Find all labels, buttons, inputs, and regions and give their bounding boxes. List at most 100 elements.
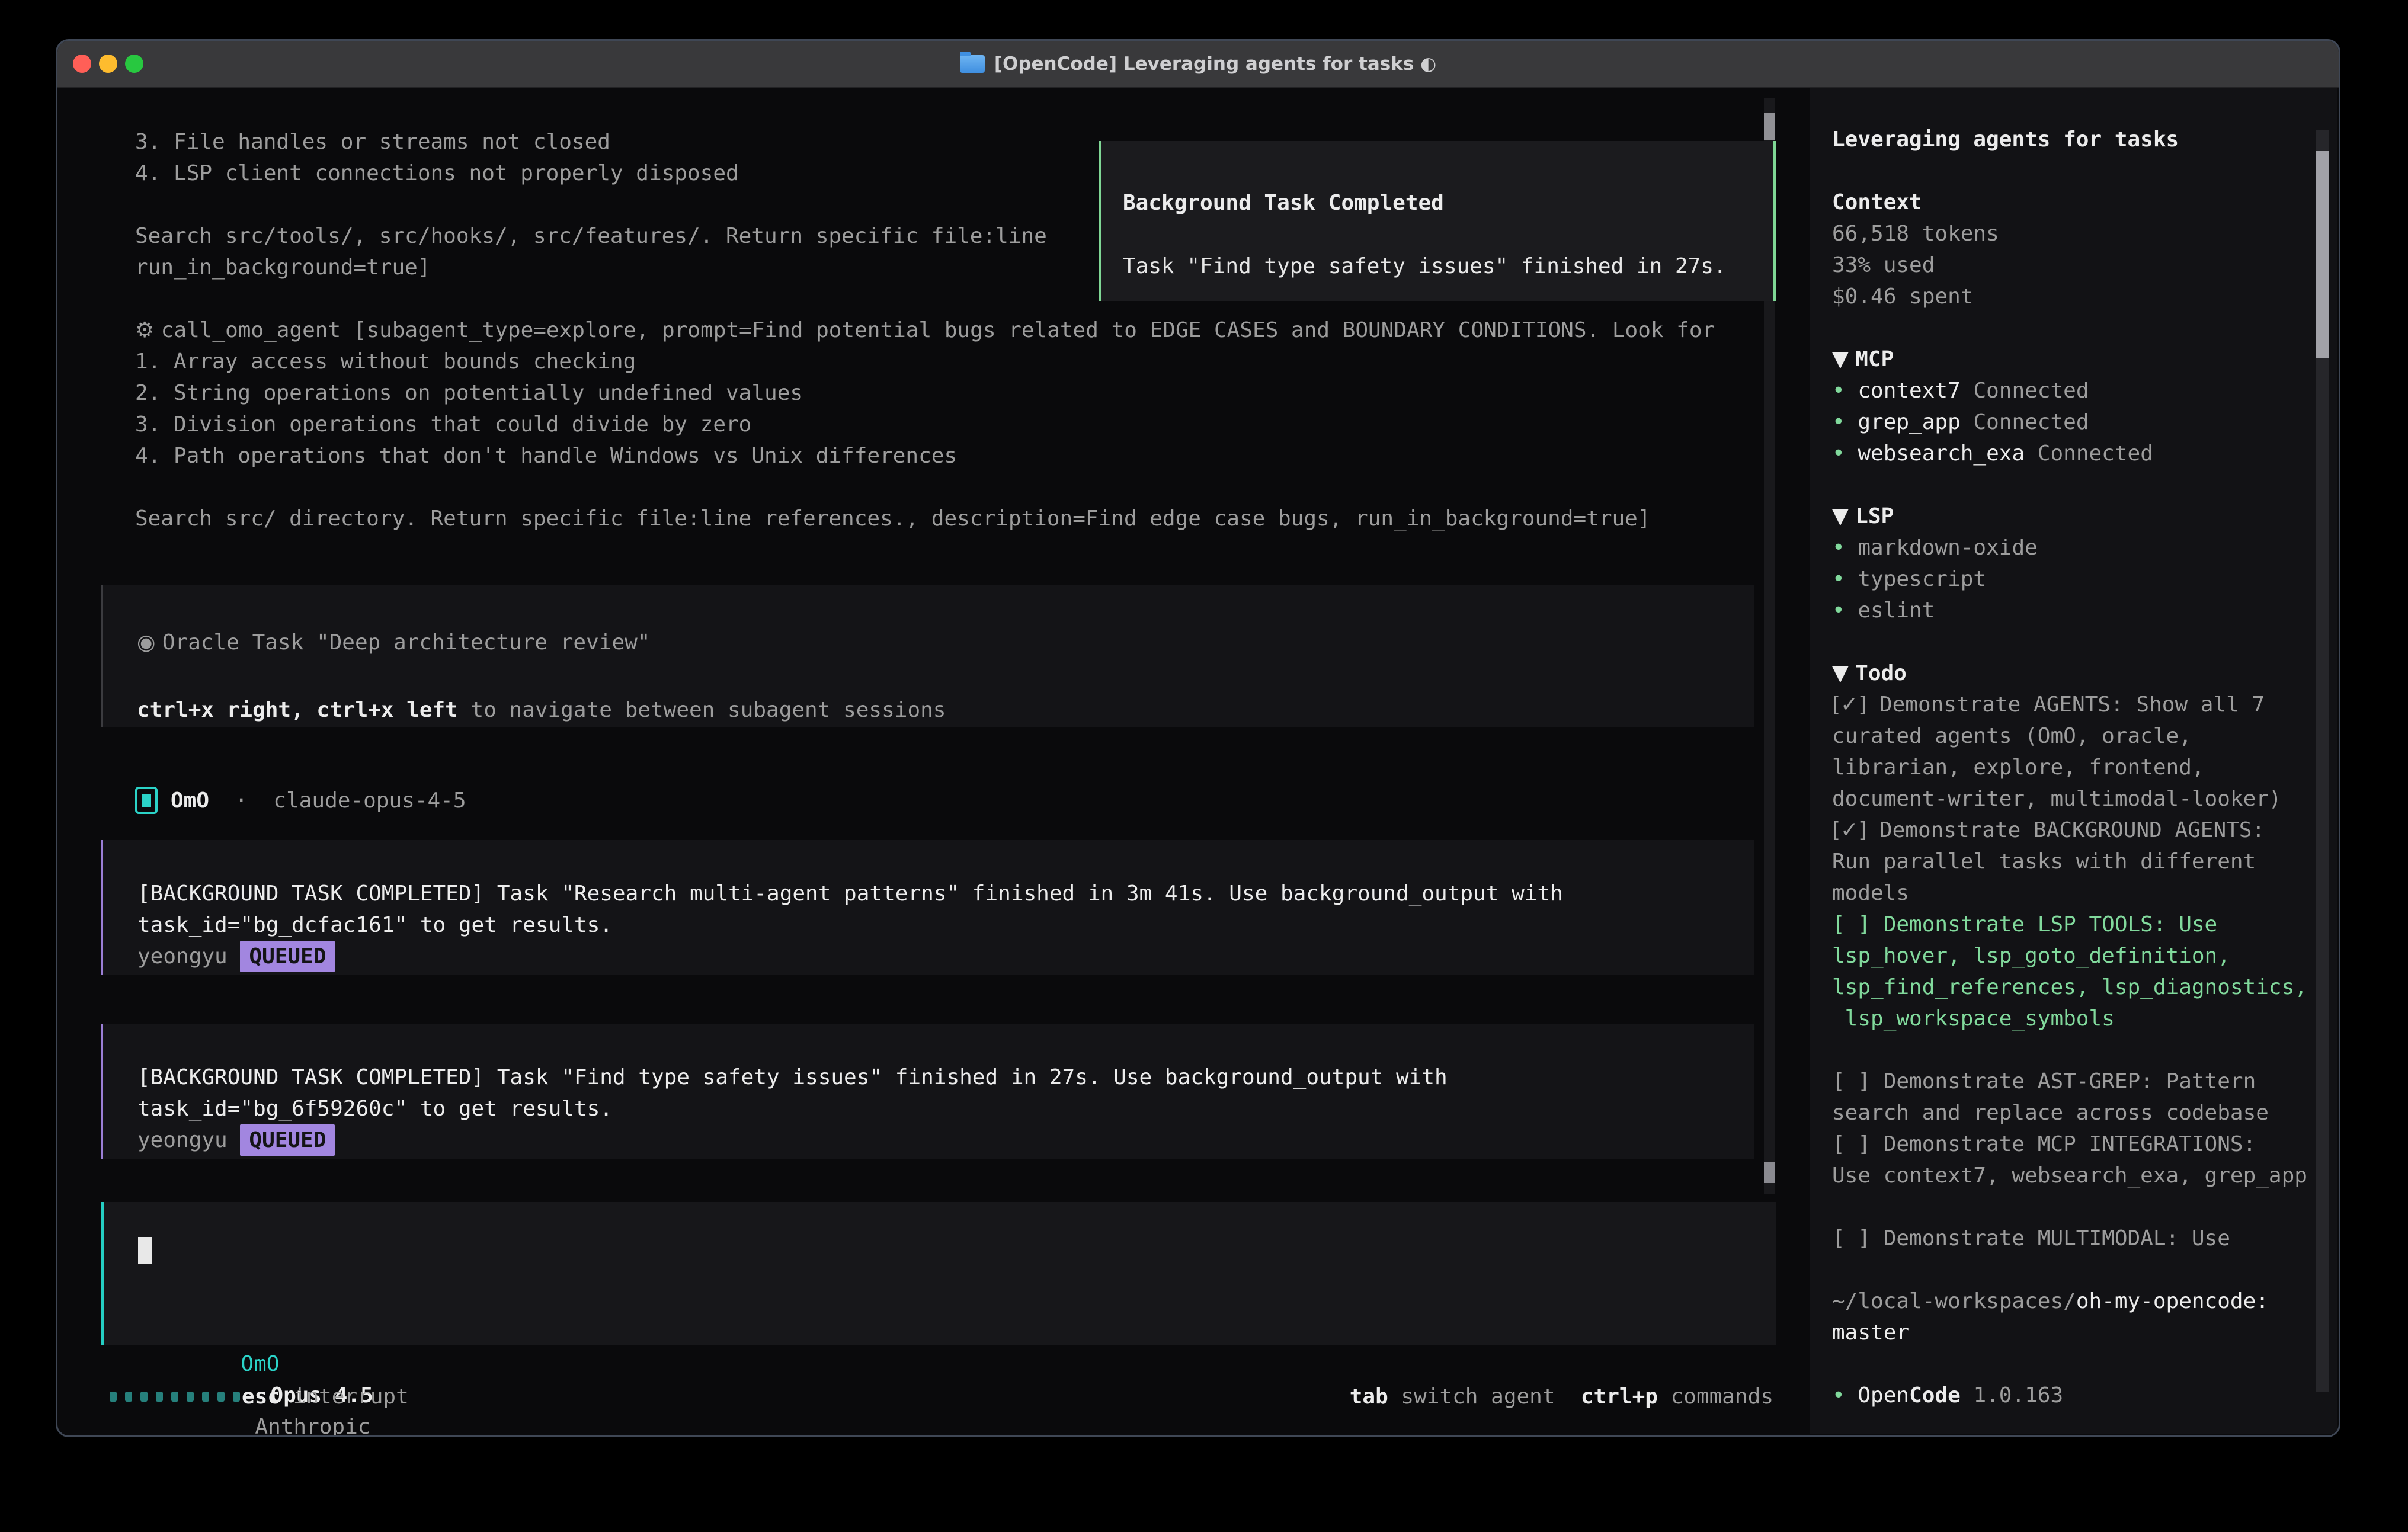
sidebar-content: Leveraging agents for tasksContext66,518… — [1832, 124, 2307, 1411]
text-line — [1832, 1254, 2307, 1286]
text-line: • markdown-oxide — [1832, 532, 2307, 563]
spinner-dot-icon — [233, 1392, 240, 1402]
text-line: 1. Array access without bounds checking — [135, 346, 1715, 377]
text-line: Use context7, websearch_exa, grep_app — [1832, 1160, 2307, 1191]
text-line: • eslint — [1832, 595, 2307, 626]
text-segment: 1. Array access without bounds checking — [135, 350, 636, 374]
text-segment: eslint — [1858, 598, 1935, 623]
text-segment: ▼ — [1832, 347, 1855, 371]
text-line: ▼ Todo — [1832, 658, 2307, 689]
text-segment: • — [1832, 379, 1858, 403]
text-segment: [ ] Demonstrate MULTIMODAL: Use — [1832, 1226, 2230, 1251]
text-segment: • — [1832, 536, 1858, 560]
text-segment: run_in_background=true] — [135, 255, 431, 280]
text-segment: librarian, explore, frontend, — [1832, 755, 2205, 780]
text-line: Run parallel tasks with different — [1832, 846, 2307, 877]
text-segment: • — [1832, 410, 1858, 434]
text-segment: ▼ — [1832, 504, 1855, 528]
text-line: [BACKGROUND TASK COMPLETED] Task "Resear… — [137, 878, 1754, 909]
text-segment — [1555, 1384, 1581, 1409]
omo-agent-icon — [135, 787, 158, 814]
sidebar-scrollbar-thumb[interactable] — [2316, 151, 2329, 358]
text-line — [1832, 1191, 2307, 1223]
text-segment: to navigate between subagent sessions — [458, 698, 946, 722]
text-line: task_id="bg_6f59260c" to get results. — [137, 1093, 1754, 1124]
text-segment: esc — [242, 1384, 280, 1409]
text-segment: • — [1832, 567, 1858, 591]
text-segment: 1.0.163 — [1961, 1383, 2063, 1408]
text-segment: 3. File handles or streams not closed — [135, 130, 610, 154]
text-line: [ ] Demonstrate MCP INTEGRATIONS: — [1832, 1129, 2307, 1160]
spinner-dot-icon — [156, 1392, 163, 1402]
oracle-task-title: ◉ Oracle Task "Deep architecture review" — [137, 627, 650, 658]
sidebar-scrollbar-track[interactable] — [2316, 130, 2329, 1392]
input-agent-name: OmO — [241, 1352, 279, 1376]
chat-scrollbar-thumb-bottom[interactable] — [1764, 1162, 1775, 1183]
text-segment: Code — [1909, 1383, 1961, 1408]
text-segment: 66,518 tokens — [1832, 222, 1999, 246]
text-segment: lsp_workspace_symbols — [1832, 1007, 2115, 1031]
text-line: $0.46 spent — [1832, 281, 2307, 312]
text-cursor — [138, 1237, 152, 1264]
chat-scrollbar-thumb-top[interactable] — [1764, 113, 1775, 140]
text-segment: oh-my-opencode: — [2076, 1289, 2269, 1313]
window-title: [OpenCode] Leveraging agents for tasks ◐ — [57, 41, 2339, 87]
text-segment: websearch_exa — [1858, 441, 2037, 466]
text-line — [1832, 312, 2307, 344]
text-segment: Connected — [2038, 441, 2153, 466]
background-task-card-1-lines: [BACKGROUND TASK COMPLETED] Task "Resear… — [137, 878, 1754, 972]
text-segment: Todo — [1855, 661, 1907, 685]
text-line: master — [1832, 1317, 2307, 1348]
text-segment: grep_app — [1858, 410, 1973, 434]
text-segment: 33% used — [1832, 253, 1935, 277]
text-segment: Connected — [1973, 410, 2089, 434]
text-segment: Context — [1832, 190, 1922, 214]
text-segment: Search src/tools/, src/hooks/, src/featu… — [135, 224, 1047, 248]
text-segment: • — [1832, 598, 1858, 623]
window-title-text: [OpenCode] Leveraging agents for tasks ◐ — [994, 53, 1436, 75]
text-segment: yeongyu — [137, 1128, 240, 1152]
text-segment: LSP — [1855, 504, 1894, 528]
text-segment: yeongyu — [137, 944, 240, 969]
text-segment: ~/local-workspaces/ — [1832, 1289, 2076, 1313]
text-line — [1832, 1348, 2307, 1380]
text-segment: lsp_find_references, lsp_diagnostics, — [1832, 975, 2307, 999]
text-segment: QUEUED — [240, 1124, 335, 1156]
text-line: • websearch_exa Connected — [1832, 438, 2307, 469]
agent-header-text: OmO · claude-opus-4-5 — [171, 789, 466, 813]
text-segment: curated agents (OmO, oracle, — [1832, 724, 2192, 748]
text-segment: • — [1832, 1383, 1858, 1408]
text-line: • OpenCode 1.0.163 — [1832, 1380, 2307, 1411]
text-line: curated agents (OmO, oracle, — [1832, 720, 2307, 752]
spinner-dot-icon — [217, 1392, 225, 1402]
text-line: ⚙ call_omo_agent [subagent_type=explore,… — [135, 315, 1715, 346]
text-line: 3. Division operations that could divide… — [135, 409, 1715, 440]
text-line: ▼ LSP — [1832, 501, 2307, 532]
text-line: ~/local-workspaces/oh-my-opencode: — [1832, 1286, 2307, 1317]
text-segment: [ ] Demonstrate MCP INTEGRATIONS: — [1832, 1132, 2256, 1156]
text-line — [1832, 1034, 2307, 1066]
text-segment: 4. LSP client connections not properly d… — [135, 161, 739, 185]
desktop: [OpenCode] Leveraging agents for tasks ◐… — [0, 0, 2408, 1532]
text-segment: commands — [1658, 1384, 1773, 1409]
text-segment: lsp_hover, lsp_goto_definition, — [1832, 944, 2230, 968]
text-line: [ ] Demonstrate MULTIMODAL: Use — [1832, 1223, 2307, 1254]
text-segment: • — [1832, 441, 1858, 466]
text-segment: Use context7, websearch_exa, grep_app — [1832, 1164, 2307, 1188]
omo-agent-icon-inner — [142, 794, 151, 807]
text-segment: Demonstrate AGENTS: Show all 7 — [1866, 693, 2265, 717]
notification-body: Task "Find type safety issues" finished … — [1123, 251, 1727, 282]
text-line — [1832, 155, 2307, 187]
sidebar: Leveraging agents for tasksContext66,518… — [1810, 88, 2337, 1434]
text-line: lsp_workspace_symbols — [1832, 1003, 2307, 1034]
text-segment: [✓] — [1832, 693, 1866, 717]
text-segment: · claude-opus-4-5 — [209, 789, 466, 813]
prompt-input[interactable]: OmO Opus 4.5 Anthropic — [101, 1202, 1776, 1345]
text-segment: $0.46 spent — [1832, 284, 1973, 309]
spinner-dot-icon — [187, 1392, 194, 1402]
text-segment: Oracle Task "Deep architecture review" — [162, 630, 651, 655]
text-line: librarian, explore, frontend, — [1832, 752, 2307, 783]
notification-toast[interactable]: Background Task Completed Task "Find typ… — [1099, 141, 1776, 301]
text-segment: models — [1832, 881, 1909, 905]
text-line: • grep_app Connected — [1832, 406, 2307, 438]
